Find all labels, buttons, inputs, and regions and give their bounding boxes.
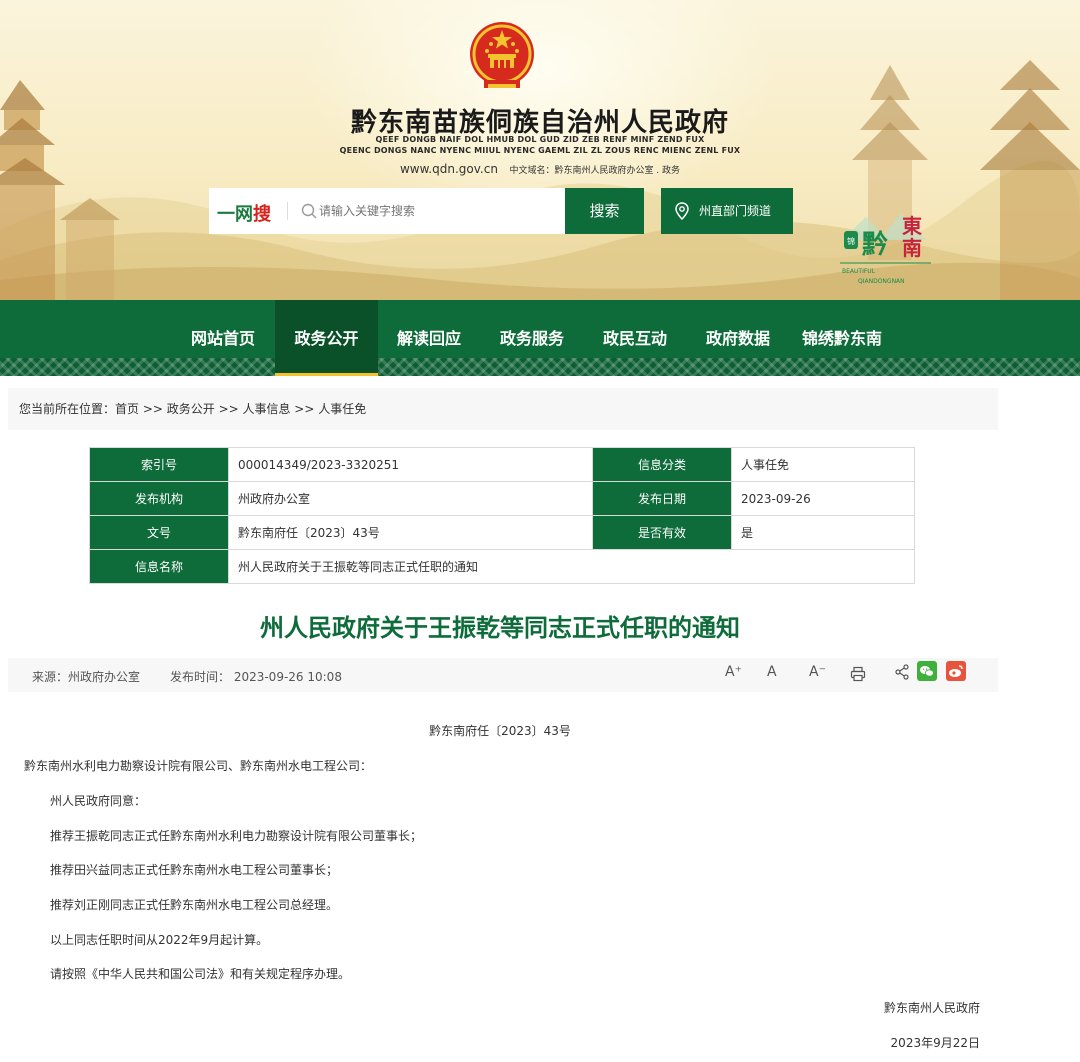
site-title: 黔东南苗族侗族自治州人民政府 xyxy=(350,108,729,138)
index-label: 索引号 xyxy=(89,447,229,482)
site-subtitle-line1: QEEF DONGB NAIF DOL HMUB DOL GUD ZID ZEB… xyxy=(375,135,705,144)
search-input[interactable] xyxy=(297,198,557,224)
national-emblem-icon xyxy=(470,22,534,88)
nav-item-government-affairs[interactable]: 政务公开 xyxy=(275,300,378,376)
sign-date: 2023年9月22日 xyxy=(890,1036,980,1050)
brand-logo-nan: 南 xyxy=(902,236,922,260)
brand-logo-mark: 锦 xyxy=(847,236,855,246)
brand-logo-en2: QIANDONGNAN xyxy=(858,278,905,285)
table-row: 发布机构 州政府办公室 发布日期 2023-09-26 xyxy=(89,481,915,516)
date-label: 发布日期 xyxy=(592,481,732,516)
paragraph: 州人民政府同意： xyxy=(50,794,147,808)
breadcrumb-prefix: 您当前所在位置： xyxy=(19,402,116,416)
article-source: 来源：州政府办公室 xyxy=(32,670,141,684)
info-table: 索引号 000014349/2023-3320251 信息分类 人事任免 发布机… xyxy=(89,447,915,584)
font-default-button[interactable]: A xyxy=(767,664,777,680)
paragraph: 推荐王振乾同志正式任黔东南州水利电力勘察设计院有限公司董事长； xyxy=(50,829,423,843)
wechat-share-icon[interactable] xyxy=(917,661,937,681)
table-row: 信息名称 州人民政府关于王振乾等同志正式任职的通知 xyxy=(89,549,915,584)
weibo-share-icon[interactable] xyxy=(946,661,966,681)
org-label: 发布机构 xyxy=(89,481,229,516)
department-channel-label: 州直部门频道 xyxy=(699,204,772,218)
location-pin-icon xyxy=(675,202,689,220)
site-url-link[interactable]: www.qdn.gov.cn xyxy=(400,162,498,176)
font-increase-button[interactable]: A⁺ xyxy=(725,664,742,680)
search-logo-text-a: 一网 xyxy=(217,204,253,225)
search-logo-text-b: 搜 xyxy=(253,204,271,225)
date-value: 2023-09-26 xyxy=(731,481,915,516)
index-value: 000014349/2023-3320251 xyxy=(228,447,593,482)
search-button[interactable]: 搜索 xyxy=(565,188,644,234)
article-publish-time: 发布时间： 2023-09-26 10:08 xyxy=(170,670,342,684)
info-name-value: 州人民政府关于王振乾等同志正式任职的通知 xyxy=(228,549,915,584)
table-row: 文号 黔东南府任〔2023〕43号 是否有效 是 xyxy=(89,515,915,550)
document-number: 黔东南府任〔2023〕43号 xyxy=(429,724,571,738)
nav-item-interpretation[interactable]: 解读回应 xyxy=(382,300,476,376)
org-value: 州政府办公室 xyxy=(228,481,593,516)
site-subtitle-line2: QEENC DONGS NANC NYENC MIIUL NYENC GAEML… xyxy=(339,146,741,155)
header-banner: 黔东南苗族侗族自治州人民政府 QEEF DONGB NAIF DOL HMUB … xyxy=(0,0,1080,300)
nav-item-home[interactable]: 网站首页 xyxy=(176,300,270,376)
nav-item-data[interactable]: 政府数据 xyxy=(691,300,785,376)
doc-number-label: 文号 xyxy=(89,515,229,550)
main-nav: 网站首页 政务公开 解读回应 政务服务 政民互动 政府数据 锦绣黔东南 xyxy=(0,300,1080,376)
domain-line: www.qdn.gov.cn 中文域名：黔东南州人民政府办公室 . 政务 xyxy=(0,162,1080,176)
paragraph: 推荐田兴益同志正式任黔东南州水电工程公司董事长； xyxy=(50,863,339,877)
search-logo: 一网搜 xyxy=(217,200,271,226)
breadcrumb-path[interactable]: 首页 >> 政务公开 >> 人事信息 >> 人事任免 xyxy=(115,402,366,416)
search-box: 一网搜 xyxy=(209,188,565,234)
nav-item-services[interactable]: 政务服务 xyxy=(485,300,579,376)
doc-number-value: 黔东南府任〔2023〕43号 xyxy=(228,515,593,550)
breadcrumb: 您当前所在位置：首页 >> 政务公开 >> 人事信息 >> 人事任免 xyxy=(8,388,998,430)
brand-logo-dong: 東 xyxy=(902,214,922,238)
brand-logo-en1: BEAUTIFUL xyxy=(842,268,876,275)
print-icon[interactable] xyxy=(850,666,866,682)
article-meta-bar: 来源：州政府办公室 发布时间： 2023-09-26 10:08 A⁺ A A⁻ xyxy=(8,658,998,692)
nav-item-interaction[interactable]: 政民互动 xyxy=(588,300,682,376)
signature: 黔东南州人民政府 xyxy=(883,1001,980,1015)
paragraph: 推荐刘正刚同志正式任黔东南州水电工程公司总经理。 xyxy=(50,898,339,912)
category-value: 人事任免 xyxy=(731,447,915,482)
department-channel-button[interactable]: 州直部门频道 xyxy=(661,188,793,234)
valid-value: 是 xyxy=(731,515,915,550)
share-icon[interactable] xyxy=(895,664,909,680)
paragraph: 以上同志任职时间从2022年9月起计算。 xyxy=(50,933,269,947)
brand-logo-qian: 黔 xyxy=(862,229,888,260)
category-label: 信息分类 xyxy=(592,447,732,482)
chinese-domain-text: 中文域名：黔东南州人民政府办公室 . 政务 xyxy=(509,166,681,176)
valid-label: 是否有效 xyxy=(592,515,732,550)
paragraph: 请按照《中华人民共和国公司法》和有关规定程序办理。 xyxy=(50,967,351,981)
font-decrease-button[interactable]: A⁻ xyxy=(809,664,826,680)
search-divider xyxy=(287,202,288,220)
brand-logo: 锦 黔 東 南 BEAUTIFUL QIANDONGNAN xyxy=(840,213,931,285)
nav-item-jinxiu[interactable]: 锦绣黔东南 xyxy=(792,300,892,376)
info-name-label: 信息名称 xyxy=(89,549,229,584)
article-title: 州人民政府关于王振乾等同志正式任职的通知 xyxy=(260,614,740,642)
table-row: 索引号 000014349/2023-3320251 信息分类 人事任免 xyxy=(89,447,915,482)
recipient-line: 黔东南州水利电力勘察设计院有限公司、黔东南州水电工程公司： xyxy=(24,759,373,773)
